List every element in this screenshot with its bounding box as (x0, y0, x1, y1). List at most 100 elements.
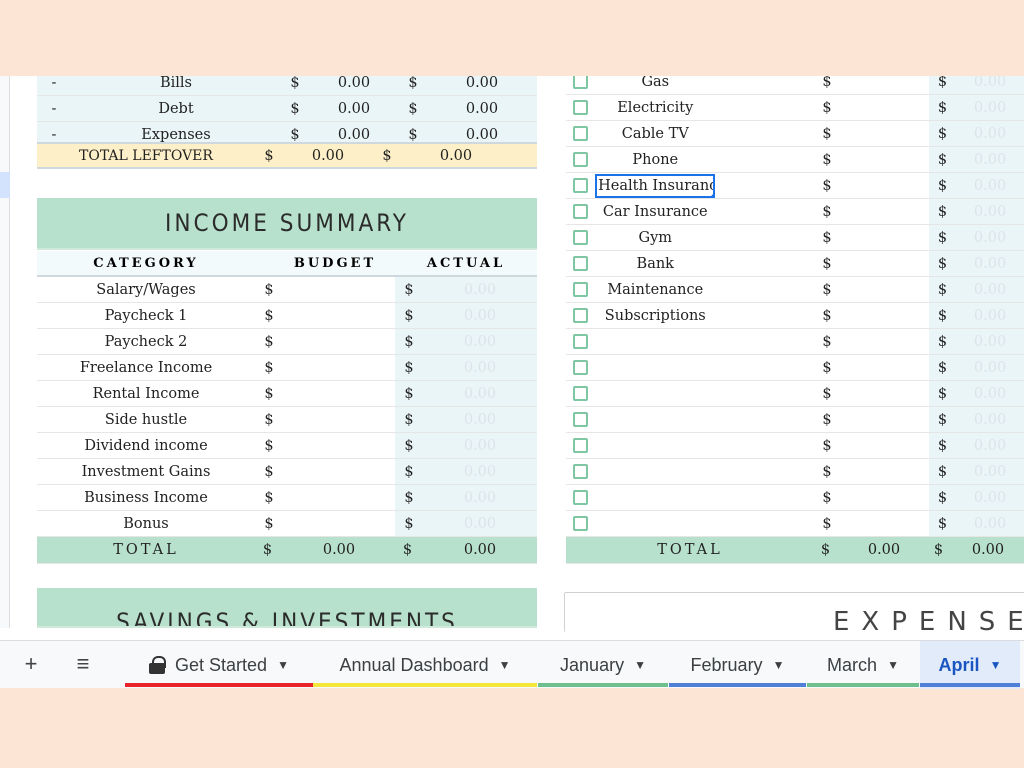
bill-paid-checkbox[interactable] (566, 433, 595, 458)
add-sheet-button[interactable]: + (16, 649, 46, 679)
budget-input[interactable] (836, 355, 929, 380)
bill-paid-checkbox[interactable] (566, 485, 595, 510)
bill-paid-checkbox[interactable] (566, 251, 595, 276)
sheet-tab-february[interactable]: February ▼ (669, 641, 806, 689)
chevron-down-icon[interactable]: ▼ (990, 658, 1002, 672)
budget-input[interactable] (283, 303, 395, 328)
budget-input[interactable] (283, 381, 395, 406)
budget-input[interactable] (836, 121, 929, 146)
budget-input[interactable] (283, 277, 395, 302)
row-header-gutter[interactable] (0, 76, 10, 628)
sheet-tab-january[interactable]: January ▼ (538, 641, 668, 689)
bill-name[interactable] (595, 485, 715, 510)
bill-paid-checkbox[interactable] (566, 329, 595, 354)
bill-paid-checkbox[interactable] (566, 173, 595, 198)
budget-input[interactable] (836, 459, 929, 484)
budget-input[interactable] (283, 485, 395, 510)
bill-paid-checkbox[interactable] (566, 407, 595, 432)
fill-handle[interactable] (710, 192, 714, 196)
income-row[interactable]: Freelance Income $ $0.00 (37, 355, 537, 381)
bill-paid-checkbox[interactable] (566, 303, 595, 328)
budget-input[interactable] (283, 329, 395, 354)
sheet-tab-march[interactable]: March ▼ (807, 641, 919, 689)
bill-row[interactable]: $ $0.00 (566, 329, 1024, 355)
chevron-down-icon[interactable]: ▼ (887, 658, 899, 672)
bill-row[interactable]: Maintenance $ $0.00 (566, 277, 1024, 303)
sheet-tab-get-started[interactable]: Get Started ▼ (125, 641, 313, 689)
bill-name[interactable] (595, 433, 715, 458)
income-row[interactable]: Investment Gains $ $0.00 (37, 459, 537, 485)
budget-input[interactable] (283, 511, 395, 536)
bill-paid-checkbox[interactable] (566, 121, 595, 146)
budget-input[interactable] (836, 173, 929, 198)
bill-name[interactable]: Maintenance (595, 277, 715, 302)
budget-input[interactable] (836, 381, 929, 406)
bill-paid-checkbox[interactable] (566, 381, 595, 406)
bill-name[interactable]: Bank (595, 251, 715, 276)
bill-row[interactable]: Gym $ $0.00 (566, 225, 1024, 251)
bill-paid-checkbox[interactable] (566, 76, 595, 94)
chevron-down-icon[interactable]: ▼ (277, 658, 289, 672)
bill-name[interactable] (595, 329, 715, 354)
bill-row[interactable]: Phone $ $0.00 (566, 147, 1024, 173)
spreadsheet-grid[interactable]: INCOME SUMMARY CATEGORY BUDGET ACTUAL SA… (0, 76, 1024, 688)
bill-row[interactable]: Subscriptions $ $0.00 (566, 303, 1024, 329)
budget-input[interactable] (836, 251, 929, 276)
bill-row[interactable]: Cable TV $ $0.00 (566, 121, 1024, 147)
bill-paid-checkbox[interactable] (566, 199, 595, 224)
budget-input[interactable] (836, 485, 929, 510)
bill-row[interactable]: Health Insurance $ $0.00 (566, 173, 1024, 199)
budget-input[interactable] (836, 225, 929, 250)
bill-row[interactable]: $ $0.00 (566, 355, 1024, 381)
bill-paid-checkbox[interactable] (566, 459, 595, 484)
bill-row[interactable]: $ $0.00 (566, 407, 1024, 433)
bill-name[interactable]: Electricity (595, 95, 715, 120)
budget-input[interactable] (836, 511, 929, 536)
bill-name[interactable]: Gym (595, 225, 715, 250)
bill-name[interactable]: Gas (595, 76, 715, 94)
income-row[interactable]: Rental Income $ $0.00 (37, 381, 537, 407)
chevron-down-icon[interactable]: ▼ (499, 658, 511, 672)
income-row[interactable]: Paycheck 1 $ $0.00 (37, 303, 537, 329)
budget-input[interactable] (283, 459, 395, 484)
bill-row[interactable]: Car Insurance $ $0.00 (566, 199, 1024, 225)
summary-row[interactable]: - Bills $0.00 $0.00 (37, 76, 537, 96)
bill-name[interactable]: Subscriptions (595, 303, 715, 328)
bill-name[interactable]: Phone (595, 147, 715, 172)
chevron-down-icon[interactable]: ▼ (773, 658, 785, 672)
bill-row[interactable]: Gas $ $0.00 (566, 76, 1024, 95)
total-leftover-row[interactable]: TOTAL LEFTOVER $0.00 $0.00 (37, 142, 537, 169)
bill-paid-checkbox[interactable] (566, 355, 595, 380)
budget-input[interactable] (283, 355, 395, 380)
budget-input[interactable] (836, 147, 929, 172)
budget-input[interactable] (836, 433, 929, 458)
bill-paid-checkbox[interactable] (566, 277, 595, 302)
income-row[interactable]: Bonus $ $0.00 (37, 511, 537, 537)
bill-name[interactable] (595, 511, 715, 536)
budget-input[interactable] (836, 303, 929, 328)
bill-row[interactable]: $ $0.00 (566, 433, 1024, 459)
bill-name[interactable]: Cable TV (595, 121, 715, 146)
bill-paid-checkbox[interactable] (566, 95, 595, 120)
budget-input[interactable] (836, 199, 929, 224)
bill-paid-checkbox[interactable] (566, 147, 595, 172)
selected-cell[interactable]: Health Insurance (595, 173, 716, 198)
budget-input[interactable] (283, 433, 395, 458)
income-row[interactable]: Business Income $ $0.00 (37, 485, 537, 511)
income-row[interactable]: Salary/Wages $ $0.00 (37, 277, 537, 303)
bill-row[interactable]: Electricity $ $0.00 (566, 95, 1024, 121)
bill-name[interactable] (595, 381, 715, 406)
bill-paid-checkbox[interactable] (566, 225, 595, 250)
bill-paid-checkbox[interactable] (566, 511, 595, 536)
income-row[interactable]: Side hustle $ $0.00 (37, 407, 537, 433)
budget-input[interactable] (836, 329, 929, 354)
bill-name[interactable] (595, 355, 715, 380)
budget-input[interactable] (836, 277, 929, 302)
all-sheets-button[interactable]: ≡ (68, 649, 98, 679)
sheet-tab-annual-dashboard[interactable]: Annual Dashboard ▼ (313, 641, 537, 689)
income-row[interactable]: Dividend income $ $0.00 (37, 433, 537, 459)
income-row[interactable]: Paycheck 2 $ $0.00 (37, 329, 537, 355)
bill-row[interactable]: $ $0.00 (566, 381, 1024, 407)
chevron-down-icon[interactable]: ▼ (634, 658, 646, 672)
cell-selection-box[interactable]: Health Insurance (595, 173, 716, 198)
